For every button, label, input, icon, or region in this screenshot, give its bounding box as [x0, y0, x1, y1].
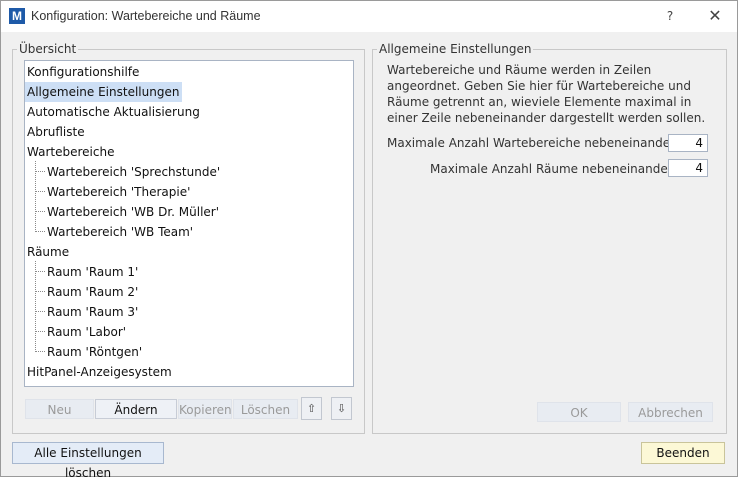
finish-button[interactable]: Beenden: [641, 442, 725, 464]
new-button[interactable]: Neu: [25, 399, 94, 419]
tree-item-raeume[interactable]: Räume: [25, 242, 72, 262]
tree-item-allgemeine-einstellungen[interactable]: Allgemeine Einstellungen: [25, 82, 183, 102]
move-up-button[interactable]: ⇧: [301, 397, 322, 420]
tree-item-konfigurationshilfe[interactable]: Konfigurationshilfe: [25, 62, 142, 82]
max-waiting-areas-label: Maximale Anzahl Wartebereiche nebeneinan…: [387, 136, 676, 150]
app-logo-icon: M: [9, 8, 25, 24]
move-down-button[interactable]: ⇩: [331, 397, 352, 420]
copy-button[interactable]: Kopieren: [178, 399, 232, 419]
delete-button[interactable]: Löschen: [233, 399, 298, 419]
close-icon[interactable]: ✕: [701, 6, 729, 26]
tree-item-raum[interactable]: Raum 'Röntgen': [45, 342, 145, 362]
max-rooms-label: Maximale Anzahl Räume nebeneinander: [430, 162, 673, 176]
cancel-button[interactable]: Abbrechen: [628, 402, 713, 422]
tree-item-wartebereich[interactable]: Wartebereich 'Therapie': [45, 182, 193, 202]
max-waiting-areas-input[interactable]: [668, 134, 708, 152]
settings-description: Wartebereiche und Räume werden in Zeilen…: [387, 63, 706, 125]
overview-tree[interactable]: Konfigurationshilfe Allgemeine Einstellu…: [24, 60, 354, 387]
tree-item-hitpanel[interactable]: HitPanel-Anzeigesystem: [25, 362, 175, 382]
tree-item-wartebereiche[interactable]: Wartebereiche: [25, 142, 117, 162]
tree-item-raum[interactable]: Raum 'Raum 3': [45, 302, 141, 322]
tree-connector: [35, 311, 45, 312]
tree-connector: [35, 271, 45, 272]
tree-item-wartebereich[interactable]: Wartebereich 'WB Team': [45, 222, 196, 242]
tree-connector: [35, 211, 45, 212]
tree-connector: [35, 231, 45, 232]
tree-item-automatische-aktualisierung[interactable]: Automatische Aktualisierung: [25, 102, 203, 122]
tree-connector: [35, 261, 36, 352]
tree-item-wartebereich[interactable]: Wartebereich 'Sprechstunde': [45, 162, 223, 182]
tree-item-raum[interactable]: Raum 'Raum 2': [45, 282, 141, 302]
ok-button[interactable]: OK: [537, 402, 621, 422]
tree-connector: [35, 291, 45, 292]
tree-connector: [35, 331, 45, 332]
window-title: Konfiguration: Wartebereiche und Räume: [31, 9, 261, 23]
tree-item-raum[interactable]: Raum 'Labor': [45, 322, 129, 342]
edit-button[interactable]: Ändern: [95, 399, 177, 419]
general-settings-legend: Allgemeine Einstellungen: [379, 42, 532, 56]
tree-connector: [35, 191, 45, 192]
tree-item-wartebereich[interactable]: Wartebereich 'WB Dr. Müller': [45, 202, 222, 222]
tree-connector: [35, 171, 45, 172]
reset-all-settings-button[interactable]: Alle Einstellungen löschen: [12, 442, 164, 480]
tree-item-raum[interactable]: Raum 'Raum 1': [45, 262, 141, 282]
title-bar: M Konfiguration: Wartebereiche und Räume…: [1, 1, 737, 32]
max-rooms-input[interactable]: [668, 159, 708, 177]
overview-legend: Übersicht: [19, 42, 77, 56]
help-button[interactable]: ?: [657, 6, 683, 26]
tree-item-abrufliste[interactable]: Abrufliste: [25, 122, 88, 142]
tree-connector: [35, 351, 45, 352]
